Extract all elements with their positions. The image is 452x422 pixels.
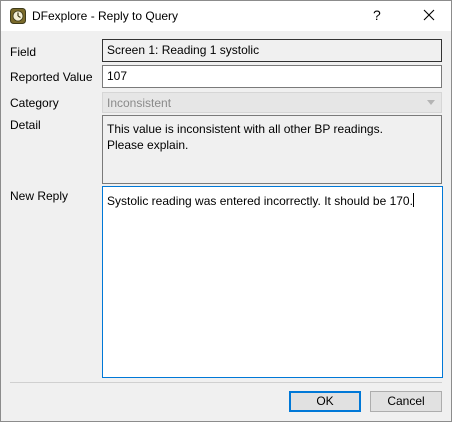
cancel-button[interactable]: Cancel	[370, 391, 442, 412]
new-reply-text: Systolic reading was entered incorrectly…	[107, 194, 413, 208]
button-separator	[10, 382, 442, 383]
close-icon[interactable]	[421, 7, 437, 23]
reported-value-field[interactable]: 107	[102, 65, 442, 88]
reply-to-query-dialog: DFexplore - Reply to Query ? Field Scree…	[0, 0, 452, 422]
field-label: Field	[10, 45, 37, 59]
ok-button[interactable]: OK	[289, 391, 361, 412]
window-title: DFexplore - Reply to Query	[32, 9, 179, 23]
category-select: Inconsistent	[102, 92, 442, 113]
reported-value-label: Reported Value	[10, 70, 93, 84]
chevron-down-icon	[427, 100, 435, 105]
category-label: Category	[10, 96, 59, 110]
detail-label: Detail	[10, 118, 41, 132]
dfexplore-app-icon	[10, 8, 26, 24]
category-select-value: Inconsistent	[107, 96, 172, 110]
detail-line-1: This value is inconsistent with all othe…	[107, 122, 383, 136]
detail-line-2: Please explain.	[107, 138, 189, 152]
title-bar[interactable]: DFexplore - Reply to Query ?	[1, 1, 451, 31]
new-reply-textarea[interactable]: Systolic reading was entered incorrectly…	[102, 186, 443, 378]
text-caret	[412, 193, 414, 207]
new-reply-label: New Reply	[10, 189, 69, 203]
help-button[interactable]: ?	[373, 7, 381, 23]
field-value-display: Screen 1: Reading 1 systolic	[102, 39, 442, 62]
detail-text-box: This value is inconsistent with all othe…	[102, 115, 442, 184]
